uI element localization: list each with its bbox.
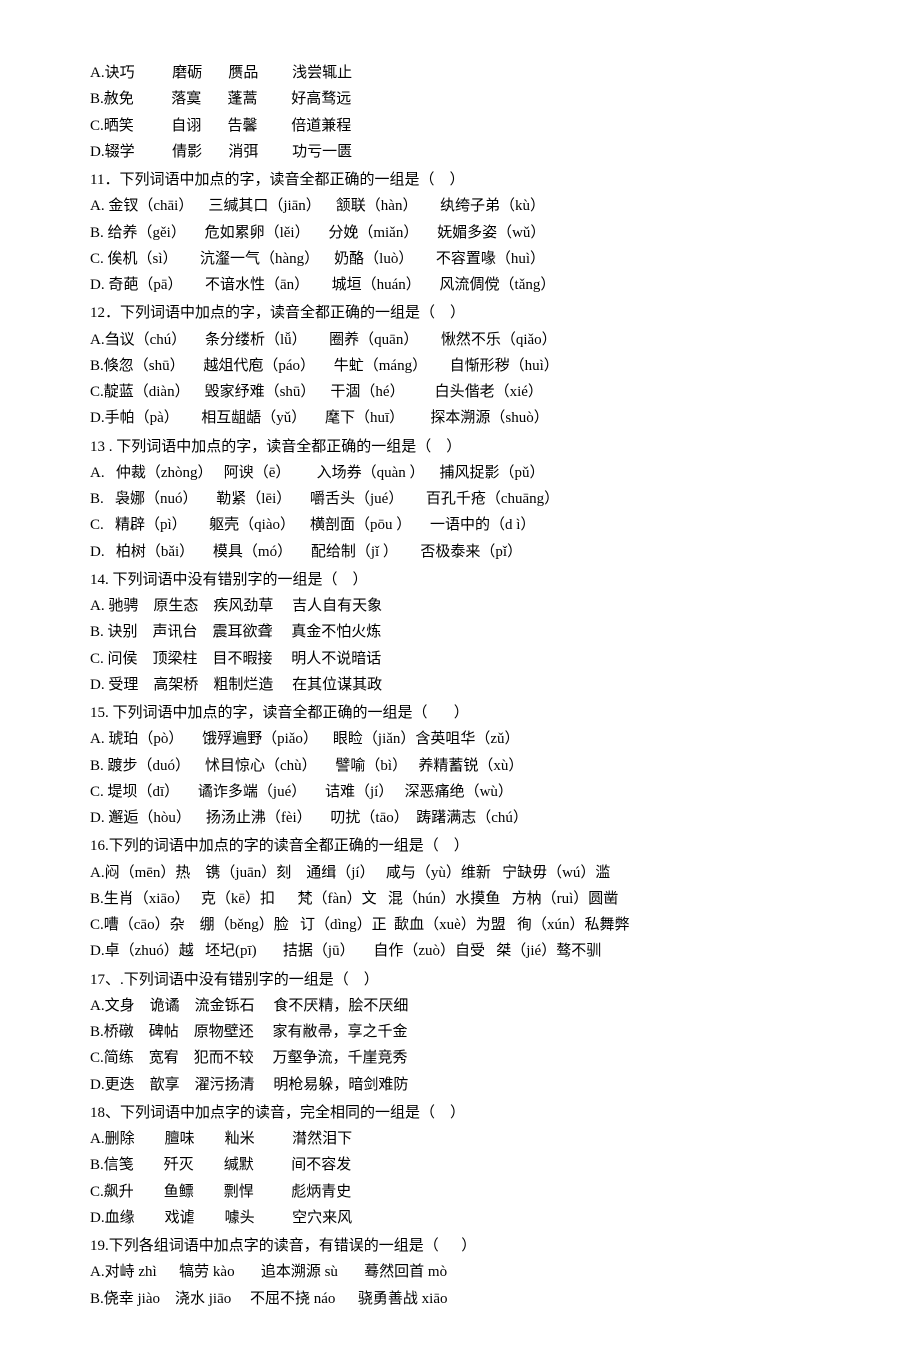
option-d: D.血缘 戏谑 噱头 空穴来风: [90, 1205, 840, 1231]
option-d: D.卓（zhuó）越 坯圮(pī) 拮据（jū） 自作（zuò）自受 桀（jié…: [90, 938, 840, 964]
option-d: D.更迭 歆享 濯污扬清 明枪易躲，暗剑难防: [90, 1072, 840, 1098]
question-stem: 13 . 下列词语中加点的字，读音全都正确的一组是（ ）: [90, 434, 840, 460]
option-a: A.对峙 zhì 犒劳 kào 追本溯源 sù 蓦然回首 mò: [90, 1259, 840, 1285]
question-10-options: A.诀巧 磨砺 赝品 浅尝辄止 B.赦免 落寞 蓬蒿 好高骛远 C.晒笑 自诩 …: [90, 60, 840, 165]
option-b: B.侥幸 jiào 浇水 jiāo 不屈不挠 náo 骁勇善战 xiāo: [90, 1286, 840, 1312]
question-15: 15. 下列词语中加点的字，读音全都正确的一组是（ ） A. 琥珀（pò） 饿殍…: [90, 700, 840, 831]
option-a: A.文身 诡谲 流金铄石 食不厌精，脍不厌细: [90, 993, 840, 1019]
option-d: D. 奇葩（pā） 不谙水性（ān） 城垣（huán） 风流倜傥（tǎng）: [90, 272, 840, 298]
option-b: B.信笺 歼灭 缄默 间不容发: [90, 1152, 840, 1178]
question-stem: 14. 下列词语中没有错别字的一组是（ ）: [90, 567, 840, 593]
option-b: B.生肖（xiāo） 克（kē）扣 梵（fàn）文 混（hún）水摸鱼 方枘（r…: [90, 886, 840, 912]
question-12: 12．下列词语中加点的字，读音全都正确的一组是（ ） A.刍议（chú） 条分缕…: [90, 300, 840, 431]
option-b: B.赦免 落寞 蓬蒿 好高骛远: [90, 86, 840, 112]
question-19: 19.下列各组词语中加点字的读音，有错误的一组是（ ） A.对峙 zhì 犒劳 …: [90, 1233, 840, 1312]
option-a: A.刍议（chú） 条分缕析（lǚ） 圈养（quān） 愀然不乐（qiǎo）: [90, 327, 840, 353]
option-c: C. 精辟（pì） 躯壳（qiào） 横剖面（pōu ） 一语中的（d ì）: [90, 512, 840, 538]
option-c: C. 堤坝（dī） 谲诈多端（jué） 诘难（jí） 深恶痛绝（wù）: [90, 779, 840, 805]
option-c: C.简练 宽宥 犯而不较 万壑争流，千崖竞秀: [90, 1045, 840, 1071]
option-a: A. 仲裁（zhòng） 阿谀（ē） 入场券（quàn ） 捕风捉影（pǔ）: [90, 460, 840, 486]
option-a: A.删除 膻味 籼米 潸然泪下: [90, 1126, 840, 1152]
question-11: 11．下列词语中加点的字，读音全都正确的一组是（ ） A. 金钗（chāi） 三…: [90, 167, 840, 298]
option-c: C.晒笑 自诩 告馨 倍道兼程: [90, 113, 840, 139]
question-stem: 12．下列词语中加点的字，读音全都正确的一组是（ ）: [90, 300, 840, 326]
question-stem: 11．下列词语中加点的字，读音全都正确的一组是（ ）: [90, 167, 840, 193]
option-a: A.诀巧 磨砺 赝品 浅尝辄止: [90, 60, 840, 86]
option-d: D. 受理 高架桥 粗制烂造 在其位谋其政: [90, 672, 840, 698]
option-b: B.倏忽（shū） 越俎代庖（páo） 牛虻（máng） 自惭形秽（huì）: [90, 353, 840, 379]
option-a: A. 琥珀（pò） 饿殍遍野（piǎo） 眼睑（jiǎn）含英咀华（zǔ）: [90, 726, 840, 752]
option-b: B. 袅娜（nuó） 勒紧（lēi） 嚼舌头（jué） 百孔千疮（chuāng）: [90, 486, 840, 512]
question-stem: 16.下列的词语中加点的字的读音全都正确的一组是（ ）: [90, 833, 840, 859]
question-stem: 18、下列词语中加点字的读音，完全相同的一组是（ ）: [90, 1100, 840, 1126]
question-18: 18、下列词语中加点字的读音，完全相同的一组是（ ） A.删除 膻味 籼米 潸然…: [90, 1100, 840, 1231]
option-d: D.手帕（pà） 相互龃龉（yǔ） 麾下（huī） 探本溯源（shuò）: [90, 405, 840, 431]
option-d: D. 邂逅（hòu） 扬汤止沸（fèi） 叨扰（tāo） 踌躇满志（chú）: [90, 805, 840, 831]
question-14: 14. 下列词语中没有错别字的一组是（ ） A. 驰骋 原生态 疾风劲草 吉人自…: [90, 567, 840, 698]
option-d: D. 柏树（bǎi） 模具（mó） 配给制（jǐ ） 否极泰来（pǐ）: [90, 539, 840, 565]
option-d: D.辍学 倩影 消弭 功亏一匮: [90, 139, 840, 165]
option-a: A. 金钗（chāi） 三缄其口（jiān） 颔联（hàn） 纨绔子弟（kù）: [90, 193, 840, 219]
option-b: B.桥礅 碑帖 原物壁还 家有敝帚，享之千金: [90, 1019, 840, 1045]
option-c: C. 问侯 顶梁柱 目不暇接 明人不说暗话: [90, 646, 840, 672]
question-16: 16.下列的词语中加点的字的读音全都正确的一组是（ ） A.闷（mēn）热 镌（…: [90, 833, 840, 964]
option-c: C. 俟机（sì） 沆瀣一气（hàng） 奶酪（luò） 不容置喙（huì）: [90, 246, 840, 272]
question-stem: 17、.下列词语中没有错别字的一组是（ ）: [90, 967, 840, 993]
option-a: A. 驰骋 原生态 疾风劲草 吉人自有天象: [90, 593, 840, 619]
option-c: C.靛蓝（diàn） 毁家纾难（shū） 干涸（hé） 白头偕老（xié）: [90, 379, 840, 405]
option-a: A.闷（mēn）热 镌（juān）刻 通缉（jí） 咸与（yù）维新 宁缺毋（w…: [90, 860, 840, 886]
option-b: B. 给养（gěi） 危如累卵（lěi） 分娩（miǎn） 妩媚多姿（wǔ）: [90, 220, 840, 246]
option-c: C.嘈（cāo）杂 绷（běng）脸 订（dìng）正 歃血（xuè）为盟 徇（…: [90, 912, 840, 938]
question-stem: 15. 下列词语中加点的字，读音全都正确的一组是（ ）: [90, 700, 840, 726]
question-stem: 19.下列各组词语中加点字的读音，有错误的一组是（ ）: [90, 1233, 840, 1259]
option-c: C.飙升 鱼鳔 剽悍 彪炳青史: [90, 1179, 840, 1205]
option-b: B. 踱步（duó） 怵目惊心（chù） 譬喻（bì） 养精蓄锐（xù）: [90, 753, 840, 779]
question-13: 13 . 下列词语中加点的字，读音全都正确的一组是（ ） A. 仲裁（zhòng…: [90, 434, 840, 565]
option-b: B. 诀别 声讯台 震耳欲聋 真金不怕火炼: [90, 619, 840, 645]
question-17: 17、.下列词语中没有错别字的一组是（ ） A.文身 诡谲 流金铄石 食不厌精，…: [90, 967, 840, 1098]
